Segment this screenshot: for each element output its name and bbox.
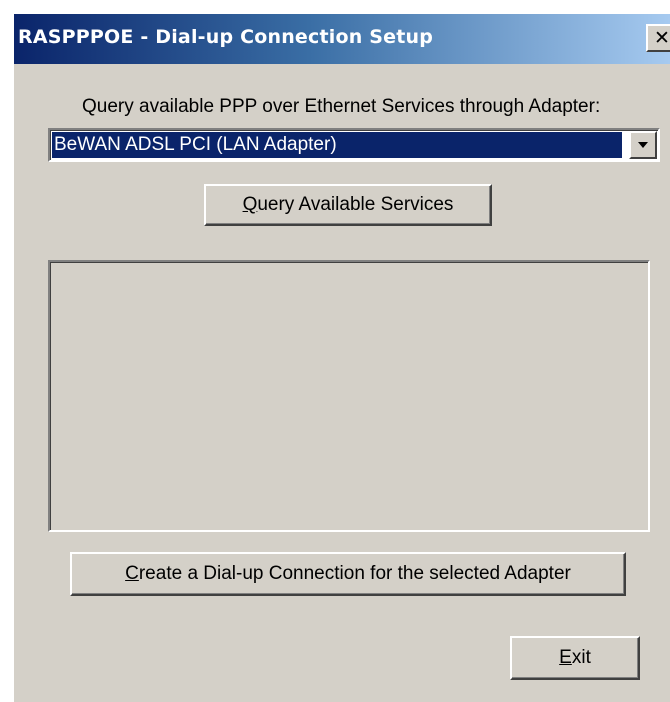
services-listbox[interactable]	[48, 260, 650, 532]
exit-accel: E	[559, 647, 572, 668]
query-services-accel: Q	[242, 194, 258, 215]
dropdown-arrow-button[interactable]	[629, 131, 657, 159]
query-services-label: Query Available Services	[243, 194, 454, 215]
adapter-prompt-label: Query available PPP over Ethernet Servic…	[82, 96, 601, 117]
close-button[interactable]: ✕	[646, 24, 670, 52]
window-title: RASPPPOE - Dial-up Connection Setup	[18, 26, 434, 48]
query-services-button[interactable]: Query Available Services	[204, 184, 492, 226]
listbox-frame	[50, 262, 648, 530]
exit-text: xit	[571, 647, 591, 668]
adapter-dropdown[interactable]: BeWAN ADSL PCI (LAN Adapter)	[48, 128, 660, 162]
query-services-text: uery Available Services	[257, 194, 454, 215]
close-icon: ✕	[654, 27, 670, 49]
dialog-window: RASPPPOE - Dial-up Connection Setup ✕ Qu…	[14, 14, 670, 702]
create-connection-button[interactable]: Create a Dial-up Connection for the sele…	[70, 552, 626, 596]
title-bar[interactable]: RASPPPOE - Dial-up Connection Setup ✕	[14, 14, 670, 64]
create-connection-label: Create a Dial-up Connection for the sele…	[125, 563, 571, 584]
chevron-down-icon	[638, 142, 648, 148]
adapter-dropdown-value[interactable]: BeWAN ADSL PCI (LAN Adapter)	[52, 132, 622, 158]
exit-label: Exit	[559, 647, 591, 668]
exit-button[interactable]: Exit	[510, 636, 640, 680]
create-connection-accel: C	[125, 563, 139, 584]
create-connection-text: reate a Dial-up Connection for the selec…	[138, 563, 571, 584]
